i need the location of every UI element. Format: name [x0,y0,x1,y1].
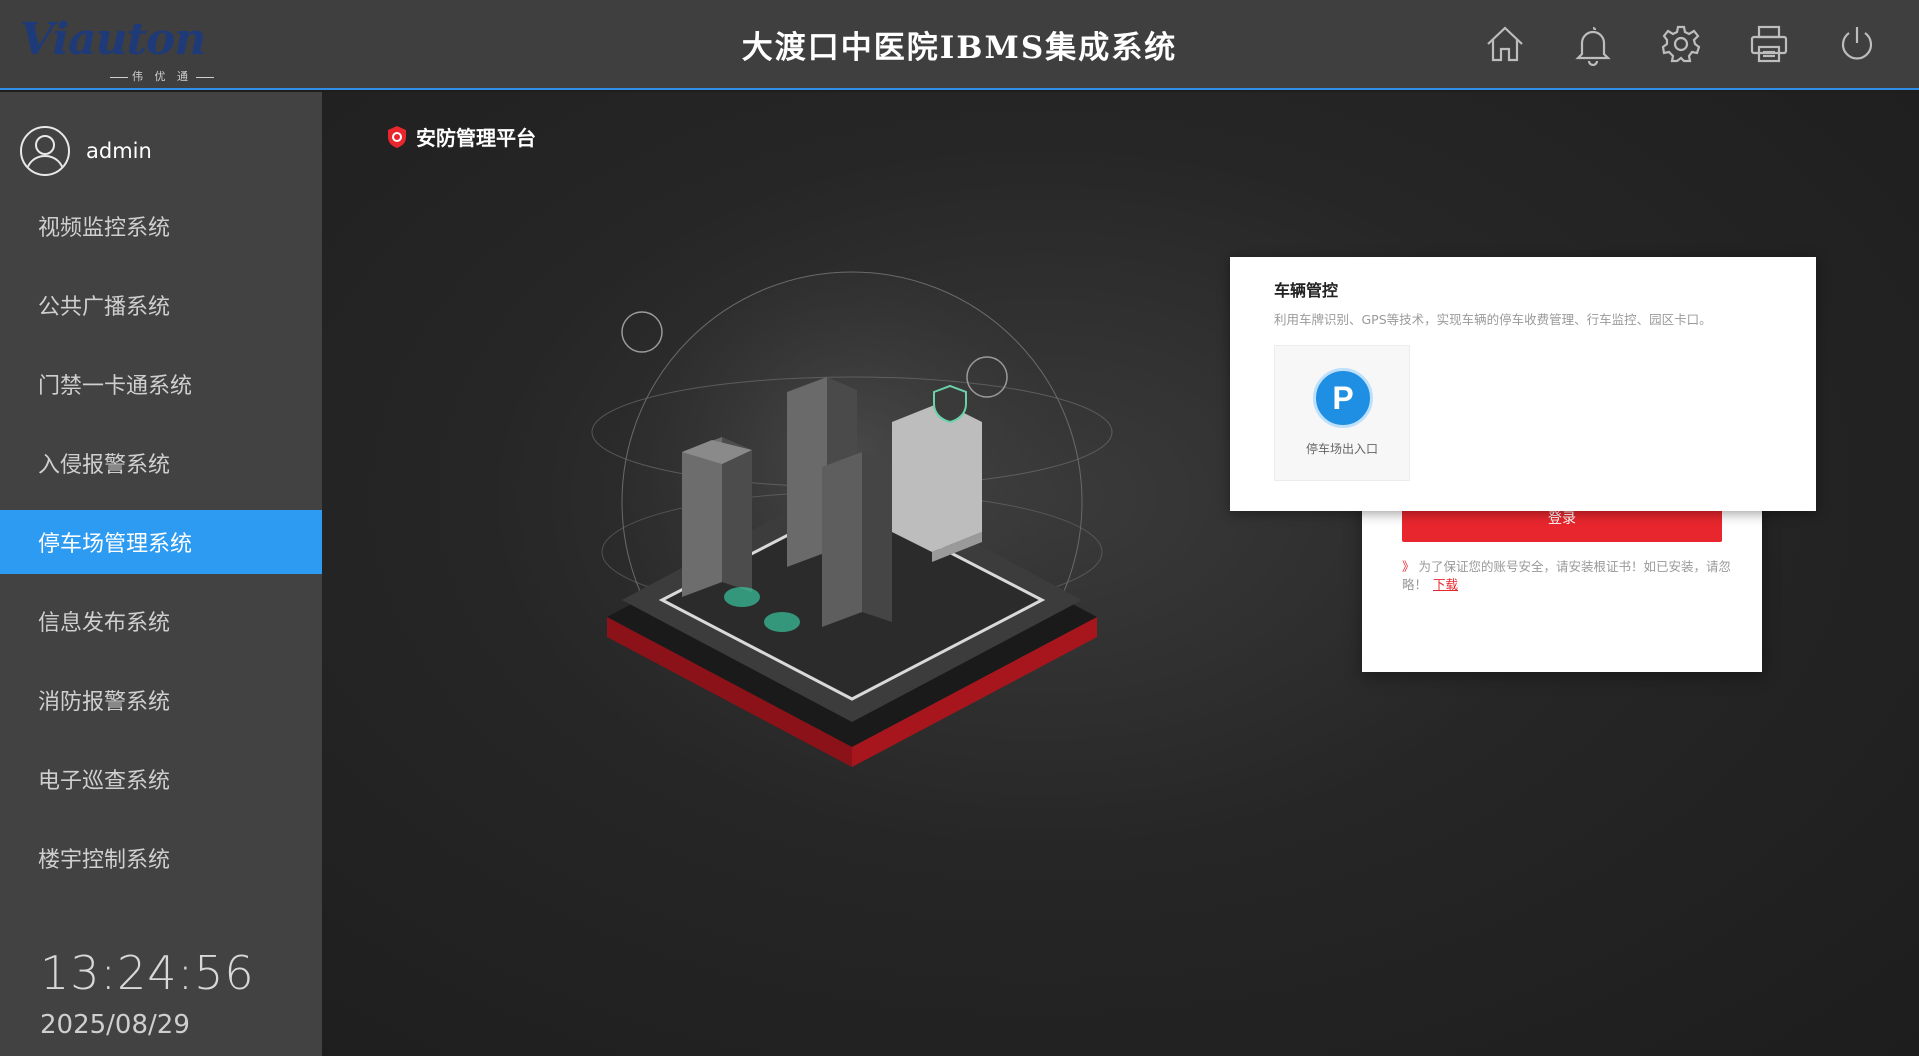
sidebar-item-parking-management[interactable]: 停车场管理系统 [0,510,330,574]
platform-title: 安防管理平台 [386,122,536,151]
vehicle-control-panel: 车辆管控 利用车牌识别、GPS等技术，实现车辆的停车收费管理、行车监控、园区卡口… [1230,257,1816,511]
sidebar-item-fire-alarm[interactable]: 消防报警系统 [0,668,322,732]
header-toolbar [1483,22,1879,66]
sidebar-item-video-surveillance[interactable]: 视频监控系统 [0,194,322,258]
double-chevron-icon: 》 [1402,559,1415,574]
sidebar-item-patrol[interactable]: 电子巡查系统 [0,747,322,811]
sidebar: admin 视频监控系统 公共广播系统 门禁一卡通系统 入侵报警系统 停车场管理… [0,92,330,1056]
download-link[interactable]: 下载 [1433,577,1458,592]
parking-icon: P [1313,368,1373,428]
user-info[interactable]: admin [20,126,152,176]
smart-city-illustration [591,271,1113,767]
sidebar-item-building-control[interactable]: 楼宇控制系统 [0,826,322,890]
gear-icon[interactable] [1659,22,1703,66]
sidebar-item-public-broadcast[interactable]: 公共广播系统 [0,273,322,337]
printer-icon[interactable] [1747,22,1791,66]
bell-icon[interactable] [1571,22,1615,66]
clock-date: 2025/08/29 [40,1010,190,1040]
certificate-note: 》为了保证您的账号安全，请安装根证书！如已安装，请忽略！ 下载 [1402,558,1732,594]
avatar-icon [20,126,70,176]
power-icon[interactable] [1835,22,1879,66]
clock-time: 13:24:56 [40,946,255,1000]
username: admin [86,139,152,163]
sidebar-item-intrusion-alarm[interactable]: 入侵报警系统 [0,431,322,495]
vehicle-panel-description: 利用车牌识别、GPS等技术，实现车辆的停车收费管理、行车监控、园区卡口。 [1274,312,1712,327]
parking-entrance-tile[interactable]: P 停车场出入口 [1274,345,1410,481]
app-root: Viauton 伟 优 通 大渡口中医院IBMS集成系统 admin 视频监控系… [0,0,1919,1056]
top-header: Viauton 伟 优 通 大渡口中医院IBMS集成系统 [0,0,1919,90]
parking-entrance-label: 停车场出入口 [1305,442,1378,456]
logo-subtitle: 伟 优 通 [106,68,218,84]
sidebar-item-access-control[interactable]: 门禁一卡通系统 [0,352,322,416]
vehicle-panel-title: 车辆管控 [1274,281,1339,300]
sidebar-item-information-release[interactable]: 信息发布系统 [0,589,322,653]
main-content: 安防管理平台 登录 》 为了保证您的账号安全，请安装根证书！如已安装，请忽略！ … [322,92,1919,1056]
home-icon[interactable] [1483,22,1527,66]
shield-logo-icon [388,125,406,148]
sidebar-menu: 视频监控系统 公共广播系统 门禁一卡通系统 入侵报警系统 停车场管理系统 信息发… [0,194,330,905]
platform-title-text: 安防管理平台 [416,126,536,150]
